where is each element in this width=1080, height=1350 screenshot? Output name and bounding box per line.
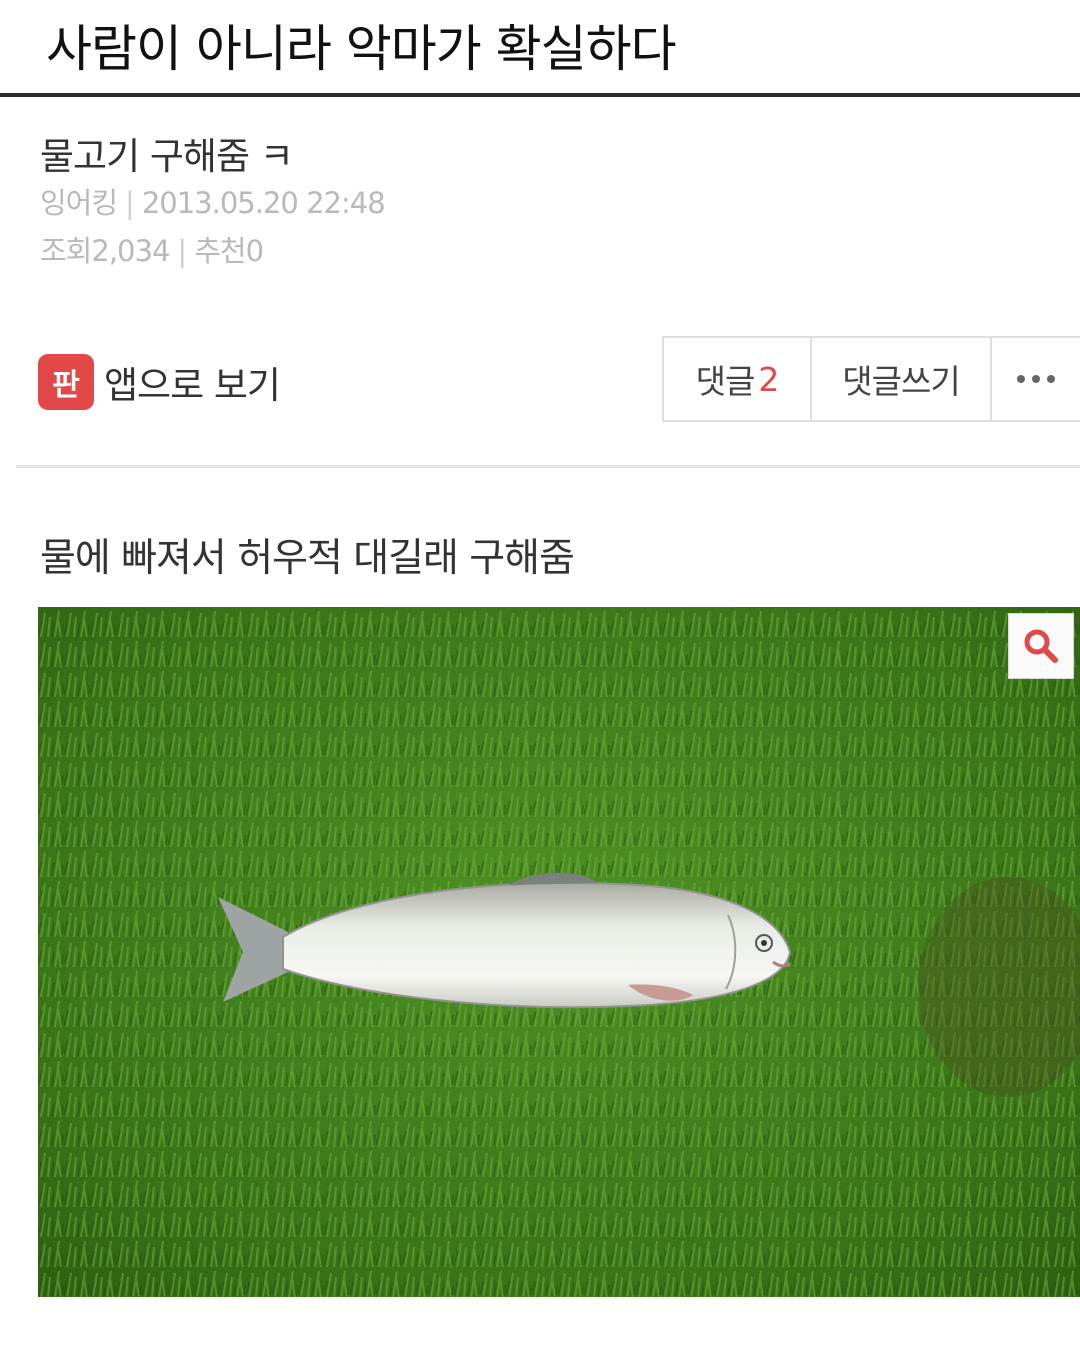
magnifier-icon [1024,629,1058,663]
meta-separator: | [177,234,187,268]
comments-button[interactable]: 댓글 2 [664,338,812,420]
post-datetime: 2013.05.20 22:48 [141,186,386,220]
app-logo-icon: 판 [38,354,94,410]
write-comment-button[interactable]: 댓글쓰기 [812,338,992,420]
fish-on-grass-photo [38,607,1080,1297]
zoom-button[interactable] [1008,613,1074,679]
post-image[interactable] [38,607,1080,1297]
meta-separator: | [125,186,135,220]
comment-actions: 댓글 2 댓글쓰기 [662,336,1080,422]
author-name[interactable]: 잉어킹 [40,186,118,220]
app-view-link[interactable]: 판 앱으로 보기 [38,352,281,412]
post-body-text: 물에 빠져서 허우적 대길래 구해줌 [40,536,575,581]
section-divider [16,465,1080,468]
ellipsis-icon [1017,375,1055,383]
views-label: 조회 [40,234,92,268]
recommend-count: 0 [245,234,264,268]
comments-count: 2 [758,359,779,399]
app-view-label: 앱으로 보기 [104,364,281,407]
post-meta-stats: 조회2,034 | 추천0 [40,228,264,270]
page-title: 사람이 아니라 악마가 확실하다 [46,20,677,78]
views-count: 2,034 [91,234,170,268]
post-title: 물고기 구해줌 ㅋ [40,135,294,178]
more-button[interactable] [992,338,1080,420]
comments-label: 댓글 [695,362,756,401]
post-meta-author: 잉어킹 | 2013.05.20 22:48 [40,180,386,222]
recommend-label: 추천 [194,234,246,268]
header-divider [0,93,1080,97]
